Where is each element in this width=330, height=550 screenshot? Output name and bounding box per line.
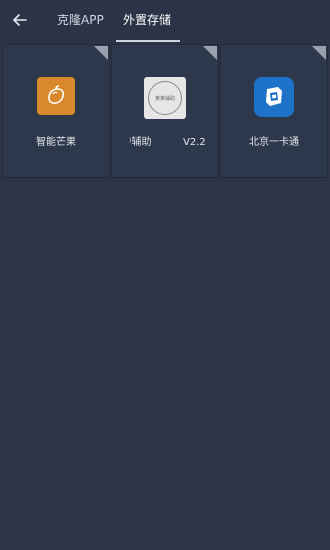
tab-external-storage[interactable]: 外置存储 [123,12,171,28]
app-version-helper: V2.2 [183,137,206,148]
mango-icon [37,77,75,115]
app-label-helper: ⁾辅助 [129,136,151,150]
app-grid: 智能芒果 某某辅助 ⁾辅助 V2.2 北京一卡通 [2,44,328,178]
app-name-helper: ⁾辅助 [129,137,152,148]
helper-badge-icon: 某某辅助 [144,77,186,119]
arrow-left-icon [13,14,27,26]
back-button[interactable] [9,10,31,30]
corner-marker [203,46,217,60]
corner-marker [94,46,108,60]
helper-badge-circle: 某某辅助 [148,81,182,115]
app-label-mango: 智能芒果 [36,137,76,148]
helper-badge-text: 某某辅助 [154,95,175,102]
top-bar: 克隆APP 外置存储 [0,0,330,42]
app-tile-helper[interactable]: 某某辅助 ⁾辅助 V2.2 [111,44,219,178]
app-tile-beijing-card[interactable]: 北京一卡通 [220,44,328,178]
tab-clone-app[interactable]: 克隆APP [57,12,104,28]
corner-marker [312,46,326,60]
app-tile-mango[interactable]: 智能芒果 [2,44,110,178]
app-label-beijing-card: 北京一卡通 [249,137,299,148]
active-tab-indicator [116,40,180,42]
beijing-card-icon [254,77,294,117]
